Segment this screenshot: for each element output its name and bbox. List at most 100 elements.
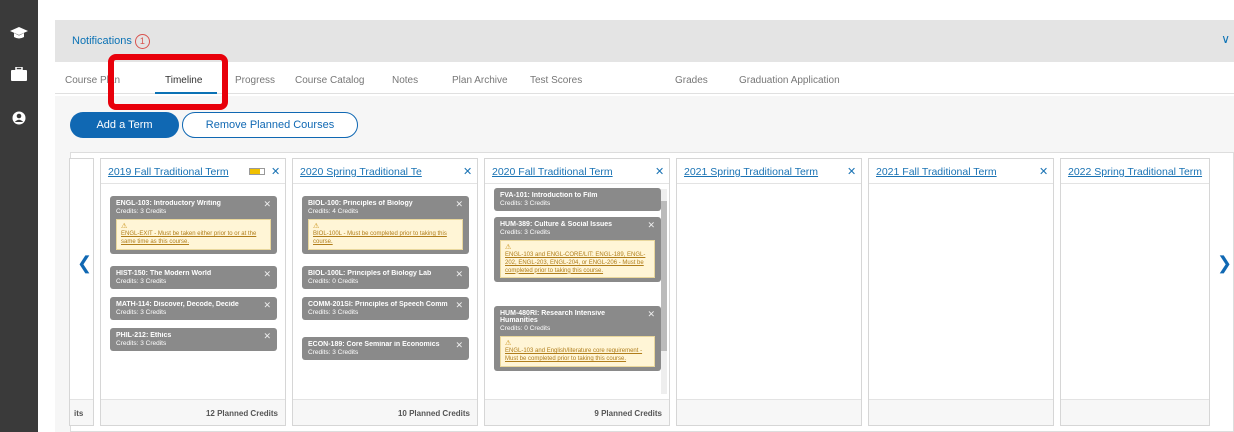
notifications-count-badge: 1 bbox=[134, 33, 150, 49]
course-title: FVA-101: Introduction to Film bbox=[500, 192, 598, 199]
term-footer bbox=[869, 399, 1053, 425]
warning-icon: ⚠ bbox=[505, 244, 512, 251]
course-card[interactable]: HUM-480RI: Research Intensive Humanities… bbox=[494, 306, 661, 371]
term-column: 2021 Fall Traditional Term ✕ bbox=[868, 158, 1054, 426]
planned-credits: 12 Planned Credits bbox=[205, 409, 278, 418]
warning-link[interactable]: ENGL-103 and English/literature core req… bbox=[505, 348, 642, 362]
term-footer: 10 Planned Credits bbox=[293, 399, 477, 425]
course-credits: Credits: 3 Credits bbox=[116, 278, 167, 285]
planned-credits: 9 Planned Credits bbox=[594, 409, 662, 418]
term-title[interactable]: 2020 Fall Traditional Term bbox=[492, 166, 642, 178]
term-header: 2021 Fall Traditional Term ✕ bbox=[869, 159, 1053, 184]
remove-course-icon[interactable]: ✕ bbox=[455, 300, 463, 311]
term-title[interactable]: 2020 Spring Traditional Te bbox=[300, 166, 450, 178]
term-footer: its bbox=[70, 399, 93, 425]
term-footer: 9 Planned Credits bbox=[485, 399, 669, 425]
notifications-bar[interactable]: Notifications 1 ∨ bbox=[55, 20, 1234, 62]
remove-course-icon[interactable]: ✕ bbox=[263, 269, 271, 280]
remove-course-icon[interactable]: ✕ bbox=[647, 220, 655, 231]
term-column: 2022 Spring Traditional Term bbox=[1060, 158, 1210, 426]
tab-grades[interactable]: Grades bbox=[675, 75, 708, 86]
remove-course-icon[interactable]: ✕ bbox=[455, 269, 463, 280]
term-footer bbox=[1061, 399, 1209, 425]
close-icon[interactable]: ✕ bbox=[655, 165, 664, 178]
term-header: 2020 Fall Traditional Term ✕ bbox=[485, 159, 669, 184]
course-card[interactable]: HUM-389: Culture & Social Issues Credits… bbox=[494, 217, 661, 283]
tab-notes[interactable]: Notes bbox=[392, 75, 418, 86]
course-card[interactable]: MATH-114: Discover, Decode, Decide Credi… bbox=[110, 297, 277, 320]
course-card[interactable]: ECON-189: Core Seminar in Economics Cred… bbox=[302, 337, 469, 360]
term-scrollbar[interactable] bbox=[661, 189, 667, 394]
main-area: Notifications 1 ∨ Course Plan Timeline P… bbox=[38, 0, 1234, 432]
term-carousel: its ❮ 2019 Fall Traditional Term ✕ ENGL-… bbox=[69, 152, 1234, 432]
warning-link[interactable]: BIOL-100L - Must be completed prior to t… bbox=[313, 231, 447, 245]
term-title[interactable]: 2021 Fall Traditional Term bbox=[876, 166, 1026, 178]
term-title[interactable]: 2022 Spring Traditional Term bbox=[1068, 166, 1210, 178]
tab-graduation-application[interactable]: Graduation Application bbox=[739, 75, 840, 86]
tab-test-scores[interactable]: Test Scores bbox=[530, 75, 582, 86]
close-icon[interactable]: ✕ bbox=[271, 165, 280, 178]
briefcase-icon[interactable] bbox=[9, 64, 29, 84]
warning-icon: ⚠ bbox=[121, 223, 128, 230]
course-card[interactable]: ENGL-103: Introductory Writing Credits: … bbox=[110, 196, 277, 254]
course-credits: Credits: 3 Credits bbox=[116, 309, 167, 316]
course-title: HUM-389: Culture & Social Issues bbox=[500, 221, 613, 228]
course-card[interactable]: PHIL-212: Ethics Credits: 3 Credits ✕ bbox=[110, 328, 277, 351]
scroll-left-arrow-icon[interactable]: ❮ bbox=[77, 253, 92, 274]
course-credits: Credits: 3 Credits bbox=[116, 208, 167, 215]
planned-credits: its bbox=[74, 409, 84, 418]
course-card[interactable]: BIOL-100L: Principles of Biology Lab Cre… bbox=[302, 266, 469, 289]
remove-course-icon[interactable]: ✕ bbox=[455, 199, 463, 210]
progress-bar-icon bbox=[249, 168, 265, 175]
course-credits: Credits: 3 Credits bbox=[500, 229, 551, 236]
term-column: 2021 Spring Traditional Term ✕ bbox=[676, 158, 862, 426]
prerequisite-warning: ⚠ ENGL-103 and English/literature core r… bbox=[500, 336, 655, 367]
warning-link[interactable]: ENGL-EXIT - Must be taken either prior t… bbox=[121, 231, 256, 245]
course-card[interactable]: COMM-201SI: Principles of Speech Comm Cr… bbox=[302, 297, 469, 320]
warning-icon: ⚠ bbox=[313, 223, 320, 230]
course-credits: Credits: 3 Credits bbox=[308, 309, 359, 316]
term-header: 2019 Fall Traditional Term ✕ bbox=[101, 159, 285, 184]
course-title: HUM-480RI: Research Intensive Humanities bbox=[500, 310, 606, 324]
course-credits: Credits: 0 Credits bbox=[500, 325, 551, 332]
course-credits: Credits: 3 Credits bbox=[500, 200, 551, 207]
course-card[interactable]: FVA-101: Introduction to Film Credits: 3… bbox=[494, 188, 661, 211]
term-header: 2022 Spring Traditional Term bbox=[1061, 159, 1209, 184]
notifications-label[interactable]: Notifications bbox=[72, 35, 132, 47]
user-icon[interactable] bbox=[9, 108, 29, 128]
timeline-tab-highlight-annotation bbox=[108, 54, 228, 110]
course-card[interactable]: HIST-150: The Modern World Credits: 3 Cr… bbox=[110, 266, 277, 289]
warning-link[interactable]: ENGL-103 and ENGL-CORE/LIT: ENGL-189, EN… bbox=[505, 252, 645, 274]
add-term-button[interactable]: Add a Term bbox=[70, 112, 179, 138]
planned-credits: 10 Planned Credits bbox=[397, 409, 470, 418]
term-column-partial: its bbox=[69, 158, 94, 426]
remove-course-icon[interactable]: ✕ bbox=[263, 300, 271, 311]
scrollbar-thumb[interactable] bbox=[661, 201, 667, 351]
remove-course-icon[interactable]: ✕ bbox=[263, 331, 271, 342]
course-title: PHIL-212: Ethics bbox=[116, 332, 172, 339]
course-title: MATH-114: Discover, Decode, Decide bbox=[116, 301, 239, 308]
remove-course-icon[interactable]: ✕ bbox=[647, 309, 655, 320]
warning-icon: ⚠ bbox=[505, 340, 512, 347]
term-title[interactable]: 2021 Spring Traditional Term bbox=[684, 166, 834, 178]
course-credits: Credits: 3 Credits bbox=[308, 349, 359, 356]
scroll-right-arrow-icon[interactable]: ❯ bbox=[1217, 253, 1232, 274]
course-title: ENGL-103: Introductory Writing bbox=[116, 200, 221, 207]
course-card[interactable]: BIOL-100: Principles of Biology Credits:… bbox=[302, 196, 469, 254]
close-icon[interactable]: ✕ bbox=[1039, 165, 1048, 178]
tab-course-catalog[interactable]: Course Catalog bbox=[295, 75, 364, 86]
graduation-cap-icon[interactable] bbox=[9, 24, 29, 44]
chevron-down-icon[interactable]: ∨ bbox=[1221, 32, 1230, 46]
remove-course-icon[interactable]: ✕ bbox=[263, 199, 271, 210]
course-title: HIST-150: The Modern World bbox=[116, 270, 212, 277]
term-column: 2019 Fall Traditional Term ✕ ENGL-103: I… bbox=[100, 158, 286, 426]
close-icon[interactable]: ✕ bbox=[463, 165, 472, 178]
remove-course-icon[interactable]: ✕ bbox=[455, 340, 463, 351]
prerequisite-warning: ⚠ ENGL-103 and ENGL-CORE/LIT: ENGL-189, … bbox=[500, 240, 655, 279]
tab-plan-archive[interactable]: Plan Archive bbox=[452, 75, 508, 86]
remove-planned-courses-button[interactable]: Remove Planned Courses bbox=[182, 112, 358, 138]
term-title[interactable]: 2019 Fall Traditional Term bbox=[108, 166, 248, 178]
tab-progress[interactable]: Progress bbox=[235, 75, 275, 86]
close-icon[interactable]: ✕ bbox=[847, 165, 856, 178]
plan-tabs: Course Plan Timeline Progress Course Cat… bbox=[55, 68, 1234, 94]
